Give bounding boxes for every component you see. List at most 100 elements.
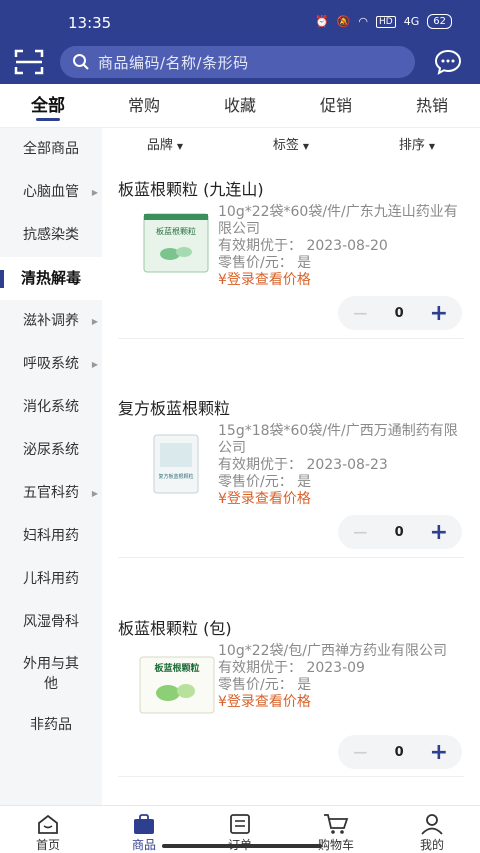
nav-label: 商品 — [131, 838, 156, 852]
sidebar-item-label: 全部商品 — [23, 141, 79, 157]
expand-arrow-icon: ▶ — [91, 188, 98, 197]
battery-icon: 62 — [427, 14, 452, 29]
product-expiry: 有效期优于： 2023-08-20 — [218, 238, 388, 254]
decrease-button[interactable]: − — [352, 520, 369, 544]
sidebar-item-label: 外用与其他 — [23, 656, 79, 692]
increase-button[interactable]: + — [430, 301, 448, 326]
tab-hot[interactable]: 热销 — [384, 84, 480, 127]
sidebar-item-anti-infective[interactable]: 抗感染类 — [0, 214, 102, 257]
sidebar-item-label: 泌尿系统 — [23, 442, 79, 458]
tab-promotion[interactable]: 促销 — [288, 84, 384, 127]
alarm-icon: ⏰ — [315, 15, 329, 28]
search-input[interactable]: 商品编码/名称/条形码 — [98, 52, 249, 73]
sidebar-item-label: 清热解毒 — [20, 269, 81, 287]
top-bar: 商品编码/名称/条形码 — [0, 40, 480, 84]
network-icon: 4G — [403, 15, 420, 28]
sidebar-item-label: 五官科药 — [23, 485, 79, 501]
sidebar-item-gynecology[interactable]: 妇科用药 — [0, 515, 102, 558]
category-tabs: 全部 常购 收藏 促销 热销 — [0, 84, 480, 128]
product-info: 10g*22袋*60袋/件/广东九连山药业有限公司 有效期优于： 2023-08… — [218, 204, 470, 289]
filter-label: 标签 — [272, 138, 299, 153]
search-bar[interactable]: 商品编码/名称/条形码 — [60, 46, 415, 78]
login-price-link[interactable]: ¥登录查看价格 — [218, 491, 470, 508]
decrease-button[interactable]: − — [352, 740, 369, 764]
sidebar-item-all[interactable]: 全部商品 — [0, 128, 102, 171]
product-name[interactable]: 板蓝根颗粒 (九连山) — [118, 176, 264, 200]
nav-label: 我的 — [419, 838, 444, 852]
status-time: 13:35 — [68, 14, 112, 32]
status-bar: 13:35 ⏰ 🔕 ◠ HD 4G 62 — [0, 0, 480, 40]
increase-button[interactable]: + — [430, 740, 448, 765]
user-icon — [421, 814, 443, 835]
sidebar-item-pediatrics[interactable]: 儿科用药 — [0, 558, 102, 601]
divider — [118, 338, 464, 339]
quantity-stepper: − 0 + — [338, 515, 462, 549]
sidebar-item-non-drug[interactable]: 非药品 — [0, 704, 102, 747]
login-price-link[interactable]: ¥登录查看价格 — [218, 694, 470, 711]
quantity-stepper: − 0 + — [338, 296, 462, 330]
quantity-value[interactable]: 0 — [395, 745, 404, 760]
tab-all[interactable]: 全部 — [0, 84, 96, 127]
sidebar-item-ent[interactable]: 五官科药 ▶ — [0, 472, 102, 515]
filter-bar: 品牌 ▼ 标签 ▼ 排序 ▼ — [102, 128, 480, 164]
product-retail: 零售价/元： 是 — [218, 255, 312, 271]
search-icon — [73, 54, 89, 70]
increase-button[interactable]: + — [430, 520, 448, 545]
product-spec: 15g*18袋*60袋/件/广西万通制药有限公司 — [218, 423, 458, 456]
sidebar-item-label: 呼吸系统 — [23, 356, 79, 372]
sidebar-item-heat-clearing[interactable]: 清热解毒 — [0, 257, 102, 300]
product-image: 板蓝根颗粒 — [143, 213, 209, 273]
quantity-stepper: − 0 + — [338, 735, 462, 769]
product-info: 15g*18袋*60袋/件/广西万通制药有限公司 有效期优于： 2023-08-… — [218, 423, 470, 508]
product-retail: 零售价/元： 是 — [218, 474, 312, 490]
product-expiry: 有效期优于： 2023-08-23 — [218, 457, 388, 473]
sidebar-item-label: 非药品 — [30, 717, 72, 733]
product-name[interactable]: 板蓝根颗粒 (包) — [118, 615, 232, 639]
product-spec: 10g*22袋/包/广西禅方药业有限公司 — [218, 643, 447, 659]
category-sidebar: 全部商品 心脑血管 ▶ 抗感染类 清热解毒 滋补调养 ▶ 呼吸系统 ▶ 消化系统 泌尿… — [0, 128, 102, 805]
filter-brand[interactable]: 品牌 ▼ — [102, 128, 228, 164]
sidebar-item-label: 抗感染类 — [23, 227, 79, 243]
nav-home[interactable]: 首页 — [0, 806, 96, 853]
sidebar-item-external[interactable]: 外用与其他 — [0, 644, 102, 704]
sidebar-item-digestive[interactable]: 消化系统 — [0, 386, 102, 429]
caret-down-icon: ▼ — [176, 142, 184, 151]
product-retail: 零售价/元： 是 — [218, 677, 312, 693]
filter-tag[interactable]: 标签 ▼ — [228, 128, 354, 164]
divider — [118, 776, 464, 777]
sidebar-item-respiratory[interactable]: 呼吸系统 ▶ — [0, 343, 102, 386]
nav-label: 购物车 — [317, 838, 354, 852]
login-price-link[interactable]: ¥登录查看价格 — [218, 272, 470, 289]
sidebar-item-tonic[interactable]: 滋补调养 ▶ — [0, 300, 102, 343]
home-indicator[interactable] — [162, 844, 322, 848]
scan-icon[interactable] — [14, 48, 44, 76]
nav-profile[interactable]: 我的 — [384, 806, 480, 853]
sidebar-item-label: 风湿骨科 — [23, 614, 79, 630]
sidebar-item-cardio[interactable]: 心脑血管 ▶ — [0, 171, 102, 214]
sidebar-item-label: 滋补调养 — [23, 313, 79, 329]
product-image: 板蓝根颗粒 — [139, 656, 215, 714]
product-card[interactable]: 板蓝根颗粒 (包) 板蓝根颗粒 10g*22袋/包/广西禅方药业有限公司 有效期… — [102, 607, 480, 804]
expand-arrow-icon: ▶ — [91, 317, 98, 326]
sidebar-item-label: 妇科用药 — [23, 528, 79, 544]
package-label: 板蓝根颗粒 — [156, 226, 196, 236]
filter-sort[interactable]: 排序 ▼ — [354, 128, 480, 164]
sidebar-item-urinary[interactable]: 泌尿系统 — [0, 429, 102, 472]
decrease-button[interactable]: − — [352, 301, 369, 325]
nav-label: 首页 — [35, 838, 60, 852]
product-expiry: 有效期优于： 2023-09 — [218, 660, 365, 676]
message-icon[interactable] — [434, 49, 462, 75]
cart-icon — [324, 814, 349, 834]
tab-favorites[interactable]: 收藏 — [192, 84, 288, 127]
mute-icon: 🔕 — [336, 15, 351, 28]
sidebar-item-rheumatism[interactable]: 风湿骨科 — [0, 601, 102, 644]
tab-frequent[interactable]: 常购 — [96, 84, 192, 127]
quantity-value[interactable]: 0 — [395, 306, 404, 321]
home-icon — [38, 814, 58, 834]
hd-icon: HD — [376, 15, 396, 28]
product-name[interactable]: 复方板蓝根颗粒 — [118, 395, 230, 419]
quantity-value[interactable]: 0 — [395, 525, 404, 540]
package-label: 复方板蓝根颗粒 — [158, 473, 193, 480]
status-icons: ⏰ 🔕 ◠ HD 4G 62 — [315, 14, 452, 29]
caret-down-icon: ▼ — [302, 142, 310, 151]
